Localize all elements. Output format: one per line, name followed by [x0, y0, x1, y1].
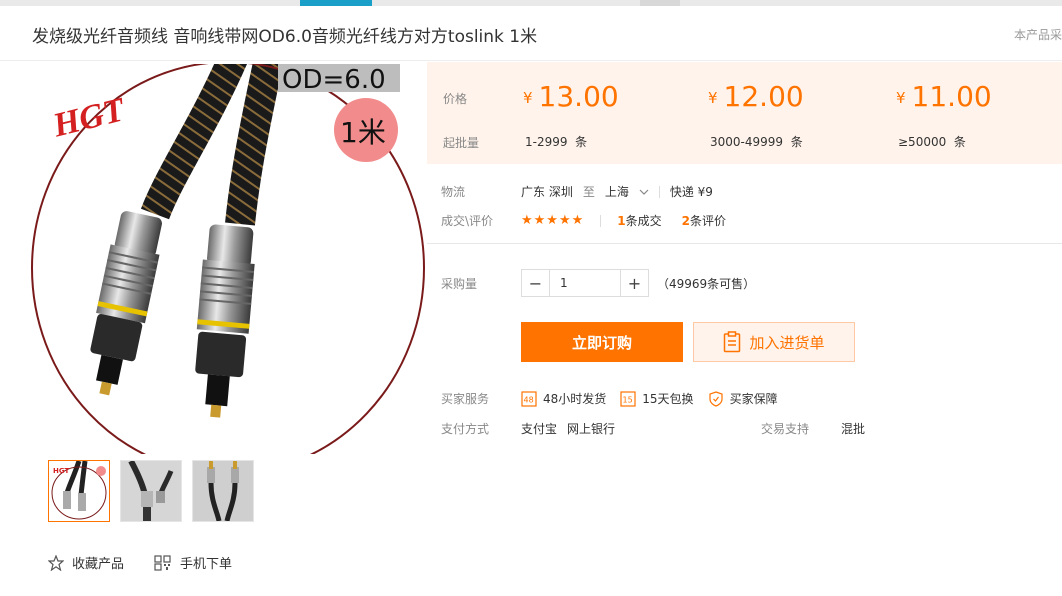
top-nav-segment: [640, 0, 680, 6]
ship-to-select[interactable]: 上海: [605, 183, 649, 200]
price-value: 11.00: [911, 80, 992, 113]
add-to-cart-label: 加入进货单: [749, 333, 825, 352]
brand-logo: HGT: [49, 91, 130, 145]
section-divider: [427, 243, 1062, 244]
price-value: 13.00: [538, 80, 619, 113]
quantity-stepper: − +: [521, 269, 649, 297]
thumbnail-3[interactable]: [192, 460, 254, 522]
divider: [658, 185, 660, 198]
clipboard-icon: [724, 331, 741, 353]
main-product-image[interactable]: HGT OD=6.0 1米: [30, 64, 430, 454]
qty-unit: 条: [575, 135, 588, 149]
service-label: 15天包换: [642, 392, 694, 406]
rating-stars: ★★★★★: [521, 213, 585, 228]
qty-unit: 条: [953, 135, 966, 149]
price-tier-3: ¥11.00: [896, 80, 992, 113]
reviews-label: 成交\评价: [441, 214, 494, 228]
price-tier-1: ¥13.00: [523, 80, 619, 113]
quantity-row: 采购量 − + （49969条可售）: [441, 269, 755, 297]
price-label: 价格: [443, 92, 468, 106]
logistics-label: 物流: [441, 185, 466, 199]
service-label: 48小时发货: [543, 392, 607, 406]
favorite-label: 收藏产品: [72, 557, 125, 572]
deals-text: 条成交: [625, 214, 662, 228]
thumbnail-strip: HGT: [48, 460, 254, 522]
ship-to-word: 至: [582, 185, 595, 199]
length-label: 1米: [340, 116, 386, 149]
deals-count: 1: [617, 214, 626, 228]
increase-quantity-button[interactable]: +: [620, 270, 648, 296]
star-outline-icon: [48, 554, 64, 571]
reviews-link[interactable]: 2条评价: [682, 212, 726, 229]
product-title: 发烧级光纤音频线 音响线带网OD6.0音频光纤线方对方toslink 1米: [32, 27, 538, 47]
title-divider: [0, 60, 1062, 61]
review-text: 条评价: [690, 214, 727, 228]
service-15day-exchange[interactable]: 15 15天包换: [620, 390, 694, 407]
left-connector: [90, 211, 162, 396]
chevron-down-icon: [639, 189, 649, 195]
buy-now-button[interactable]: 立即订购: [521, 322, 683, 362]
quantity-input[interactable]: [550, 270, 620, 296]
divider: [600, 214, 602, 227]
currency-symbol: ¥: [523, 89, 533, 107]
qr-code-icon: [154, 554, 171, 571]
exchange-15day-icon: 15: [620, 390, 636, 407]
currency-symbol: ¥: [896, 89, 906, 107]
price-panel: 价格 起批量 ¥13.00 ¥12.00 ¥11.00 1-2999 条 300…: [427, 62, 1062, 164]
decrease-quantity-button[interactable]: −: [522, 270, 550, 296]
services-label: 买家服务: [441, 392, 490, 406]
review-count: 2: [681, 214, 691, 228]
top-nav-bar: [0, 0, 1062, 6]
qty-range-3: ≥50000 条: [898, 133, 966, 150]
payment-label: 支付方式: [441, 422, 490, 436]
moq-label: 起批量: [443, 136, 480, 150]
right-connector: [195, 224, 255, 418]
trade-support-value: 混批: [841, 422, 866, 436]
mobile-order-button[interactable]: 手机下单: [154, 553, 232, 572]
mobile-order-label: 手机下单: [180, 557, 233, 572]
qty-range: 1-2999: [525, 135, 568, 149]
od-label: OD=6.0: [282, 65, 386, 95]
express-fee: 快递 ¥9: [669, 185, 713, 199]
qty-range-1: 1-2999 条: [525, 133, 587, 150]
trade-support-label: 交易支持: [761, 422, 810, 436]
product-photo: HGT OD=6.0 1米: [31, 64, 425, 454]
price-value: 12.00: [723, 80, 804, 113]
qty-range: ≥50000: [898, 135, 947, 149]
service-label: 买家保障: [729, 392, 778, 406]
quantity-label: 采购量: [441, 276, 478, 291]
ship-to-value: 上海: [604, 185, 629, 199]
reviews-row: 成交\评价 ★★★★★ 1条成交 2条评价: [441, 212, 726, 229]
svg-text:48: 48: [524, 395, 534, 404]
stock-text: （49969条可售）: [657, 276, 756, 291]
add-to-cart-button[interactable]: 加入进货单: [693, 322, 855, 362]
payment-method-alipay: 支付宝: [521, 422, 558, 436]
service-buyer-protection[interactable]: 买家保障: [708, 390, 778, 407]
payment-row: 支付方式 支付宝 网上银行 交易支持 混批: [441, 420, 865, 437]
top-nav-active-indicator: [300, 0, 372, 6]
gallery-actions: 收藏产品 手机下单: [48, 553, 232, 572]
product-notice: 本产品采: [1013, 28, 1062, 42]
qty-range-2: 3000-49999 条: [710, 133, 803, 150]
currency-symbol: ¥: [708, 89, 718, 107]
shield-icon: [708, 390, 723, 407]
svg-text:HGT: HGT: [53, 467, 69, 475]
favorite-product-button[interactable]: 收藏产品: [48, 553, 124, 572]
thumbnail-2[interactable]: [120, 460, 182, 522]
logistics-row: 物流 广东 深圳 至 上海 快递 ¥9: [441, 183, 713, 200]
qty-range: 3000-49999: [710, 135, 784, 149]
services-row: 买家服务 48 48小时发货 15 15天包换 买家保障: [441, 390, 792, 407]
payment-method-online-bank: 网上银行: [567, 422, 616, 436]
ship-from: 广东 深圳: [521, 185, 573, 199]
deals-link[interactable]: 1条成交: [617, 212, 661, 229]
svg-text:15: 15: [623, 395, 633, 404]
shipping-48h-icon: 48: [521, 390, 537, 407]
qty-unit: 条: [790, 135, 803, 149]
service-48h-shipping[interactable]: 48 48小时发货: [521, 390, 606, 407]
thumbnail-1[interactable]: HGT: [48, 460, 110, 522]
price-tier-2: ¥12.00: [708, 80, 804, 113]
